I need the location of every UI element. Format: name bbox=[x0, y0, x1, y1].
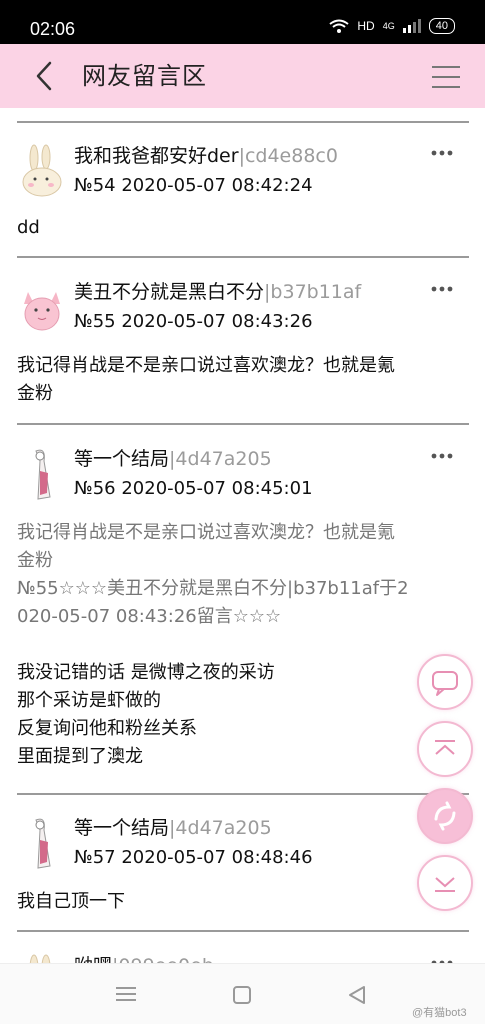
divider bbox=[17, 423, 469, 425]
divider bbox=[17, 256, 469, 258]
comment-list[interactable]: 我和我爸都安好der|cd4e88c0 №54 2020-05-07 08:42… bbox=[0, 108, 485, 963]
scroll-top-button[interactable] bbox=[417, 721, 473, 777]
comment-icon bbox=[432, 671, 458, 696]
wifi-icon bbox=[329, 19, 350, 33]
author-name: 等一个结局 bbox=[74, 817, 170, 839]
status-time: 02:06 bbox=[30, 19, 76, 39]
comment-author[interactable]: 等一个结局|4d47a205 bbox=[74, 816, 272, 840]
more-icon[interactable] bbox=[430, 148, 454, 158]
to-top-icon bbox=[435, 740, 455, 755]
figure-avatar-icon[interactable] bbox=[20, 816, 64, 872]
back-icon[interactable] bbox=[26, 56, 66, 96]
divider bbox=[17, 930, 469, 932]
quote-line: 金粉 bbox=[17, 550, 53, 571]
rabbit-avatar-icon[interactable] bbox=[20, 954, 64, 963]
comment-meta: №54 2020-05-07 08:42:24 bbox=[74, 175, 313, 196]
status-icons: HD 4G 40 bbox=[329, 18, 455, 34]
author-id: |099ee0eb bbox=[112, 955, 214, 963]
more-icon[interactable] bbox=[430, 284, 454, 294]
nav-back-icon[interactable] bbox=[348, 985, 366, 1005]
comment-meta: №55 2020-05-07 08:43:26 bbox=[74, 311, 313, 332]
comment-body: 我记得肖战是不是亲口说过喜欢澳龙？也就是氪 金粉 bbox=[17, 352, 471, 408]
network-label: HD bbox=[357, 19, 375, 33]
author-id: |b37b11af bbox=[264, 281, 362, 303]
signal-icon bbox=[402, 19, 421, 33]
refresh-icon bbox=[434, 801, 456, 831]
author-id: |cd4e88c0 bbox=[238, 145, 338, 167]
signal-label: 4G bbox=[382, 21, 395, 31]
author-name: 我和我爸都安好der bbox=[74, 145, 239, 167]
comment-author[interactable]: 呦嘿|099ee0eb bbox=[74, 954, 214, 963]
divider bbox=[17, 121, 469, 123]
status-bar: 02:06 HD 4G 40 bbox=[0, 0, 485, 44]
page-title: 网友留言区 bbox=[82, 62, 207, 90]
clefairy-avatar-icon[interactable] bbox=[20, 280, 64, 336]
author-name: 美丑不分就是黑白不分 bbox=[74, 281, 265, 303]
more-icon[interactable] bbox=[430, 451, 454, 461]
author-id: |4d47a205 bbox=[169, 448, 272, 470]
quote-ref-line: №55☆☆☆美丑不分就是黑白不分|b37b11af于2 bbox=[17, 578, 409, 599]
comment-meta: №57 2020-05-07 08:48:46 bbox=[74, 847, 313, 868]
body-line: 反复询问他和粉丝关系 bbox=[17, 718, 197, 739]
comment-author[interactable]: 美丑不分就是黑白不分|b37b11af bbox=[74, 280, 361, 304]
divider bbox=[17, 793, 469, 795]
author-name: 呦嘿 bbox=[74, 955, 112, 963]
author-id: |4d47a205 bbox=[169, 817, 272, 839]
body-line: 金粉 bbox=[17, 383, 53, 404]
figure-avatar-icon[interactable] bbox=[20, 447, 64, 503]
body-line: 那个采访是虾做的 bbox=[17, 690, 161, 711]
refresh-button[interactable] bbox=[417, 788, 473, 844]
comment-meta: №56 2020-05-07 08:45:01 bbox=[74, 478, 313, 499]
quote-ref-line: 020-05-07 08:43:26留言☆☆☆ bbox=[17, 606, 282, 627]
comment-author[interactable]: 等一个结局|4d47a205 bbox=[74, 447, 272, 471]
comment-author[interactable]: 我和我爸都安好der|cd4e88c0 bbox=[74, 144, 338, 168]
quote-line: 我记得肖战是不是亲口说过喜欢澳龙？也就是氪 bbox=[17, 522, 395, 543]
body-line: 我没记错的话 是微博之夜的采访 bbox=[17, 662, 275, 683]
to-bottom-icon bbox=[435, 877, 455, 892]
app-header: 网友留言区 bbox=[0, 44, 485, 108]
body-line: 我记得肖战是不是亲口说过喜欢澳龙？也就是氪 bbox=[17, 355, 395, 376]
watermark: @有猫bot3 bbox=[412, 1007, 467, 1019]
comment-button[interactable] bbox=[417, 654, 473, 710]
quoted-text: 我记得肖战是不是亲口说过喜欢澳龙？也就是氪 金粉 №55☆☆☆美丑不分就是黑白不… bbox=[17, 519, 471, 631]
rabbit-avatar-icon[interactable] bbox=[20, 144, 64, 200]
comment-body: 我自己顶一下 bbox=[17, 891, 125, 912]
nav-menu-icon[interactable] bbox=[116, 986, 136, 1002]
scroll-bottom-button[interactable] bbox=[417, 855, 473, 911]
comment-body: dd bbox=[17, 217, 40, 238]
author-name: 等一个结局 bbox=[74, 448, 170, 470]
battery-indicator: 40 bbox=[428, 18, 455, 34]
menu-icon[interactable] bbox=[432, 64, 460, 90]
nav-home-icon[interactable] bbox=[233, 986, 251, 1004]
comment-body: 我记得肖战是不是亲口说过喜欢澳龙？也就是氪 金粉 №55☆☆☆美丑不分就是黑白不… bbox=[17, 519, 471, 771]
body-line: 里面提到了澳龙 bbox=[17, 746, 143, 767]
